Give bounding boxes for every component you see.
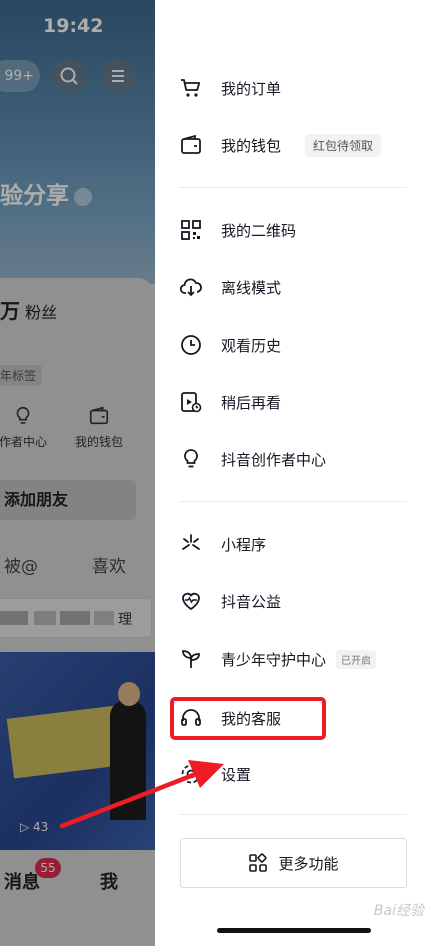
menu-item-watch-later[interactable]: 稍后再看: [179, 387, 419, 417]
menu-item-label: 抖音公益: [221, 592, 282, 611]
menu-item-label: 抖音创作者中心: [221, 450, 327, 469]
divider: [179, 187, 407, 188]
menu-item-orders[interactable]: 我的订单: [179, 73, 419, 103]
menu-item-settings[interactable]: 设置: [179, 759, 419, 789]
divider: [179, 501, 407, 502]
sprout-icon: [182, 650, 200, 668]
enabled-badge: 已开启: [336, 649, 377, 669]
watermark: Bai经验: [373, 903, 424, 919]
menu-item-label: 我的钱包: [221, 136, 282, 155]
cloud-download-icon: [179, 278, 202, 297]
menu-item-label: 离线模式: [221, 278, 282, 297]
red-packet-badge: 红包待领取: [305, 133, 382, 157]
menu-item-history[interactable]: 观看历史: [179, 330, 419, 360]
menu-item-mini-program[interactable]: 小程序: [179, 529, 419, 559]
side-drawer: 我的订单 我的钱包 红包待领取 我的二维码 离线模式 观看历史 稍后再看 抖音创…: [155, 0, 432, 946]
more-features-label: 更多功能: [278, 854, 339, 873]
dim-overlay[interactable]: [0, 0, 155, 946]
menu-item-youth-guard[interactable]: 青少年守护中心 已开启: [179, 644, 419, 674]
clock-icon: [181, 335, 201, 355]
menu-item-label: 稍后再看: [221, 393, 282, 412]
gear-icon: [181, 764, 201, 784]
more-features-button[interactable]: 更多功能: [180, 838, 407, 888]
menu-item-label: 我的二维码: [221, 221, 297, 240]
cart-icon: [181, 79, 201, 97]
menu-item-label: 观看历史: [221, 336, 282, 355]
menu-item-charity[interactable]: 抖音公益: [179, 586, 419, 616]
menu-item-qrcode[interactable]: 我的二维码: [179, 215, 419, 245]
qrcode-icon: [181, 220, 201, 240]
menu-item-label: 小程序: [221, 535, 267, 554]
divider: [179, 814, 407, 815]
menu-item-label: 青少年守护中心: [221, 650, 327, 669]
home-indicator[interactable]: [217, 928, 371, 933]
menu-item-creator-center[interactable]: 抖音创作者中心: [179, 444, 419, 474]
menu-item-wallet[interactable]: 我的钱包 红包待领取: [179, 130, 419, 160]
asterisk-icon: [182, 534, 200, 550]
grid-icon: [249, 853, 268, 872]
bulb-icon: [184, 449, 198, 468]
menu-item-label: 我的订单: [221, 79, 282, 98]
menu-item-offline[interactable]: 离线模式: [179, 272, 419, 302]
menu-item-label: 设置: [221, 765, 252, 784]
highlight-box: [170, 697, 326, 740]
wallet-icon: [181, 134, 201, 154]
watch-later-icon: [181, 392, 202, 413]
heart-icon: [182, 592, 200, 611]
